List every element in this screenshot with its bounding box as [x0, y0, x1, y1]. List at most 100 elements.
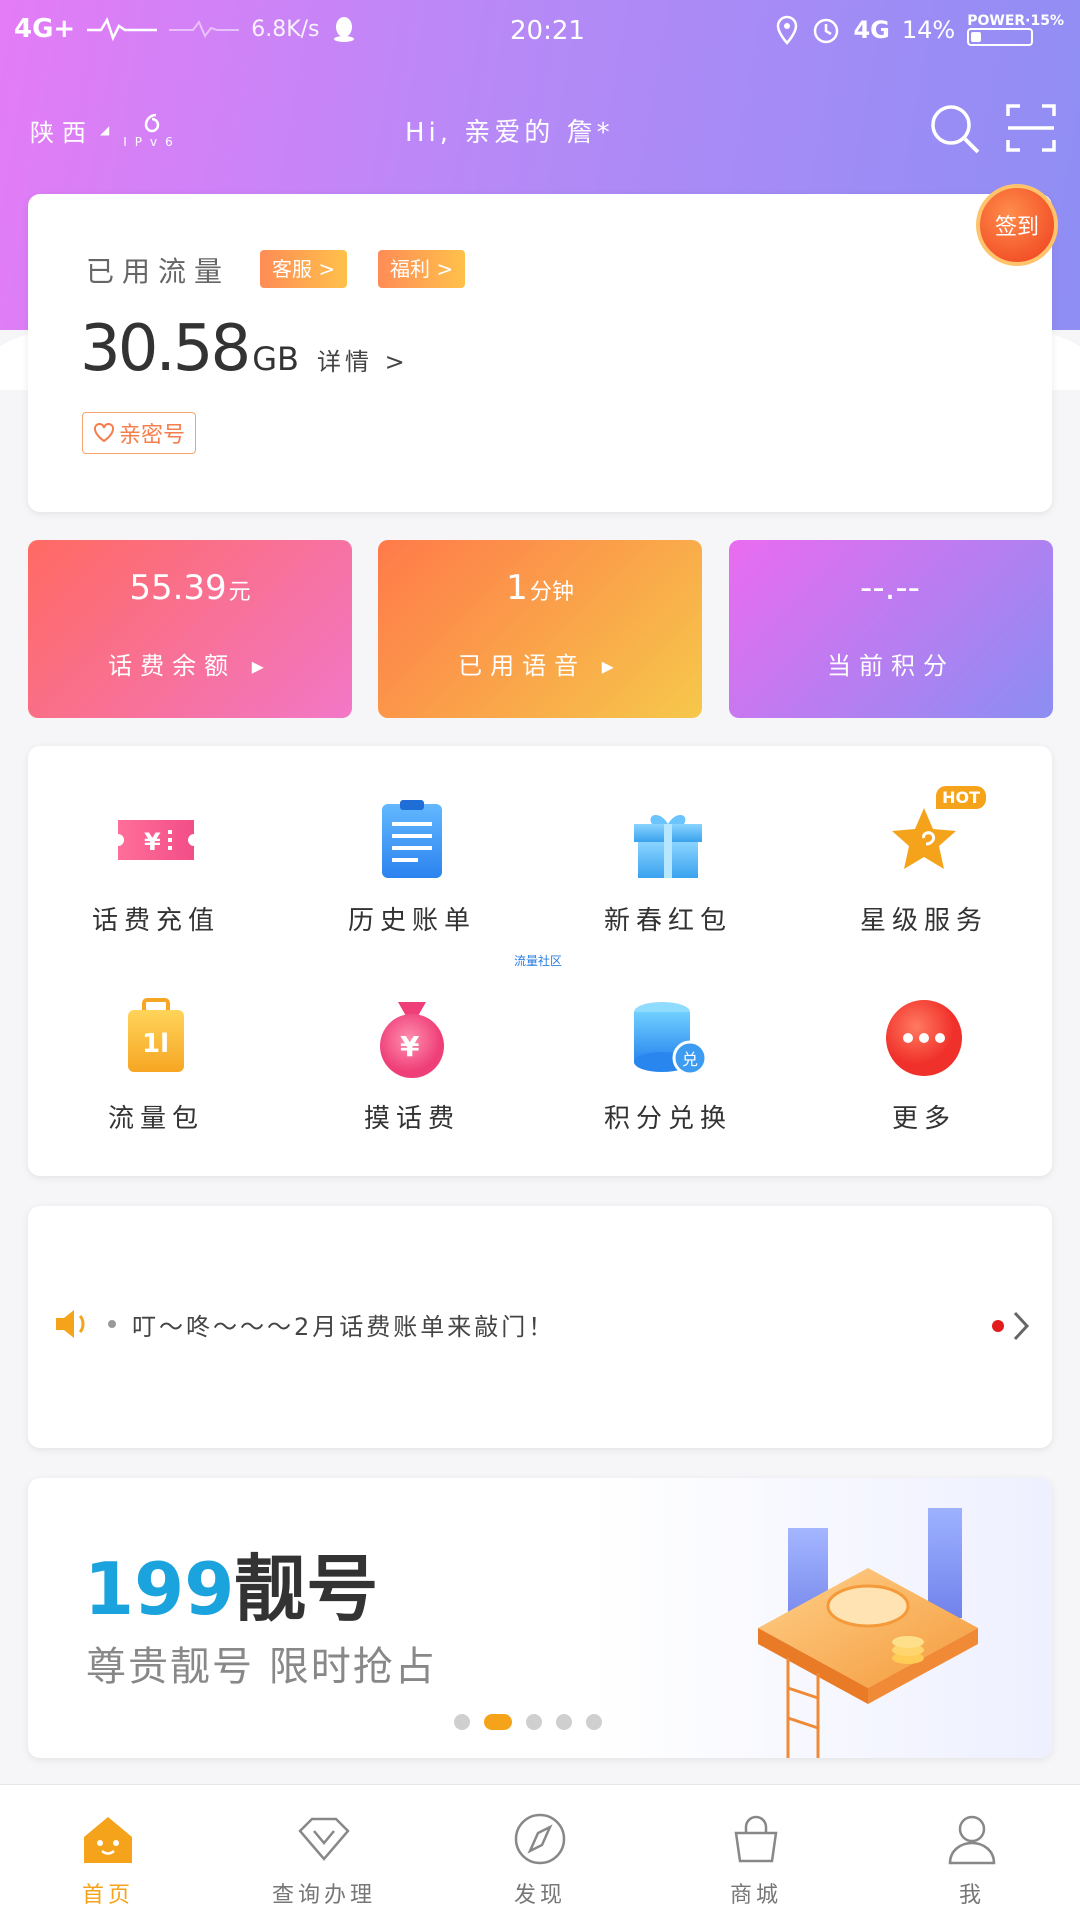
ipv6-badge: IPv6 — [123, 112, 181, 148]
diamond-icon — [298, 1817, 350, 1861]
points-tile[interactable]: --.-- 当前积分 — [729, 540, 1053, 718]
balance-label: 话费余额 ▸ — [108, 652, 272, 680]
service-label: 话费充值 — [91, 906, 220, 936]
data-usage-title: 已用流量 — [86, 255, 231, 288]
clock: 20:21 — [510, 16, 585, 46]
service-label: 星级服务 — [859, 906, 988, 936]
service-star-level[interactable]: HOT 星级服务 — [796, 786, 1052, 937]
details-link[interactable]: 详情 > — [317, 342, 409, 377]
carousel-dot[interactable] — [454, 1714, 470, 1730]
nav-home[interactable]: 首页 — [0, 1785, 216, 1921]
balance-tile[interactable]: 55.39元 话费余额 ▸ — [28, 540, 352, 718]
pulse-icon — [87, 17, 158, 42]
coins-stack-icon: 兑 — [626, 996, 710, 1080]
notice-text: 叮～咚～～～2月话费账单来敲门！ — [132, 1312, 556, 1341]
region-label: 陕西 — [30, 118, 94, 147]
svg-text:¥: ¥ — [144, 828, 161, 856]
service-label: 积分兑换 — [603, 1104, 732, 1134]
network-speed: 6.8K/s — [251, 16, 320, 42]
pulse-faded-icon — [169, 20, 240, 38]
recharge-ticket-icon: ¥ — [114, 798, 198, 882]
service-touch-fee[interactable]: ¥ 摸话费 — [284, 996, 540, 1135]
unread-dot — [992, 1320, 1004, 1332]
region-selector[interactable]: 陕西 ◢ IPv6 — [30, 112, 181, 148]
nav-me[interactable]: 我 — [864, 1785, 1080, 1921]
service-points-exchange[interactable]: 兑 积分兑换 — [540, 996, 796, 1135]
nav-discover[interactable]: 发现 — [432, 1785, 648, 1921]
customer-service-tag[interactable]: 客服 > — [260, 250, 348, 288]
power-label: POWER·15% — [967, 13, 1064, 29]
nav-label: 发现 — [513, 1883, 566, 1908]
banner-title: 199靓号 — [84, 1530, 378, 1635]
ipv6-label: IPv6 — [123, 135, 181, 149]
nav-mall[interactable]: 商城 — [648, 1785, 864, 1921]
banner-subtitle: 尊贵靓号 限时抢占 — [86, 1644, 437, 1690]
nav-label: 商城 — [729, 1883, 782, 1908]
svg-text:¥: ¥ — [400, 1030, 420, 1063]
banner-title-rest: 靓号 — [234, 1547, 379, 1631]
luggage-icon: 1l — [114, 996, 198, 1080]
community-link[interactable]: 流量社区 — [514, 952, 562, 969]
voice-unit: 分钟 — [529, 580, 574, 605]
exchange-badge: 兑 — [682, 1050, 698, 1069]
notice-row: 叮～咚～～～2月话费账单来敲门！ — [52, 1306, 555, 1342]
voice-tile[interactable]: 1分钟 已用语音 ▸ — [378, 540, 702, 718]
intimate-number-button[interactable]: 亲密号 — [82, 412, 197, 454]
data-usage-value: 30.58 GB 详情 > — [80, 312, 409, 386]
status-bar: 4G+ 6.8K/s 20:21 4G 14% POWER·15% — [0, 0, 1080, 64]
nav-query[interactable]: 查询办理 — [216, 1785, 432, 1921]
network-label: 4G+ — [14, 14, 76, 44]
carousel-dot-active[interactable] — [484, 1714, 512, 1730]
more-dots-icon — [882, 996, 966, 1080]
points-value: --.-- — [860, 568, 920, 608]
voice-value: 1 — [506, 568, 528, 608]
isometric-platform-illustration — [758, 1508, 978, 1758]
user-icon — [948, 1815, 996, 1865]
alarm-icon — [814, 18, 839, 44]
triangle-down-icon: ◢ — [100, 123, 118, 137]
voice-label: 已用语音 ▸ — [458, 652, 622, 680]
service-label: 摸话费 — [363, 1104, 460, 1134]
data-usage-number: 30.58 — [80, 312, 251, 386]
bullet-dot — [108, 1320, 116, 1328]
scan-icon[interactable] — [1006, 102, 1056, 154]
compass-icon — [514, 1813, 566, 1865]
nav-label: 我 — [958, 1883, 985, 1908]
data-usage-card: 已用流量 客服 > 福利 > 30.58 GB 详情 > 亲密号 签到 — [28, 184, 1058, 512]
battery-icon — [967, 28, 1034, 46]
service-label: 更多 — [891, 1104, 956, 1134]
service-recharge[interactable]: ¥ 话费充值 — [28, 798, 284, 937]
service-red-packet[interactable]: 新春红包 — [540, 798, 796, 937]
signal-label: 4G — [853, 16, 890, 44]
notice-card[interactable]: 叮～咚～～～2月话费账单来敲门！ — [28, 1206, 1052, 1448]
star-icon: HOT — [882, 786, 986, 882]
svg-text:1l: 1l — [142, 1029, 169, 1059]
carousel-dot[interactable] — [556, 1714, 572, 1730]
hot-badge: HOT — [936, 786, 986, 809]
notice-more[interactable] — [992, 1310, 1030, 1342]
balance-value: 55.39 — [129, 568, 227, 608]
search-icon[interactable] — [928, 102, 982, 156]
service-history-bill[interactable]: 历史账单 — [284, 798, 540, 937]
banner-title-highlight: 199 — [84, 1547, 235, 1631]
carousel-dot[interactable] — [586, 1714, 602, 1730]
gift-box-icon — [626, 798, 710, 882]
nav-label: 查询办理 — [271, 1883, 376, 1908]
greeting: Hi, 亲爱的 詹* — [405, 118, 614, 148]
service-label: 新春红包 — [603, 906, 732, 936]
service-data-pack[interactable]: 1l 流量包 — [28, 996, 284, 1135]
welfare-tag[interactable]: 福利 > — [378, 250, 466, 288]
carousel-dot[interactable] — [526, 1714, 542, 1730]
battery-percent: 14% — [901, 16, 956, 44]
balance-unit: 元 — [228, 580, 251, 605]
bill-clipboard-icon — [370, 798, 454, 882]
speaker-icon — [56, 1310, 85, 1338]
promo-banner[interactable]: 199靓号 尊贵靓号 限时抢占 — [28, 1478, 1052, 1758]
service-more[interactable]: 更多 — [796, 996, 1052, 1135]
money-bag-icon: ¥ — [370, 996, 454, 1080]
carousel-indicator — [454, 1714, 602, 1730]
service-label: 历史账单 — [347, 906, 476, 936]
sign-in-button[interactable]: 签到 — [976, 184, 1058, 266]
app-header: 陕西 ◢ IPv6 Hi, 亲爱的 詹* — [0, 92, 1080, 172]
location-icon — [777, 15, 798, 45]
